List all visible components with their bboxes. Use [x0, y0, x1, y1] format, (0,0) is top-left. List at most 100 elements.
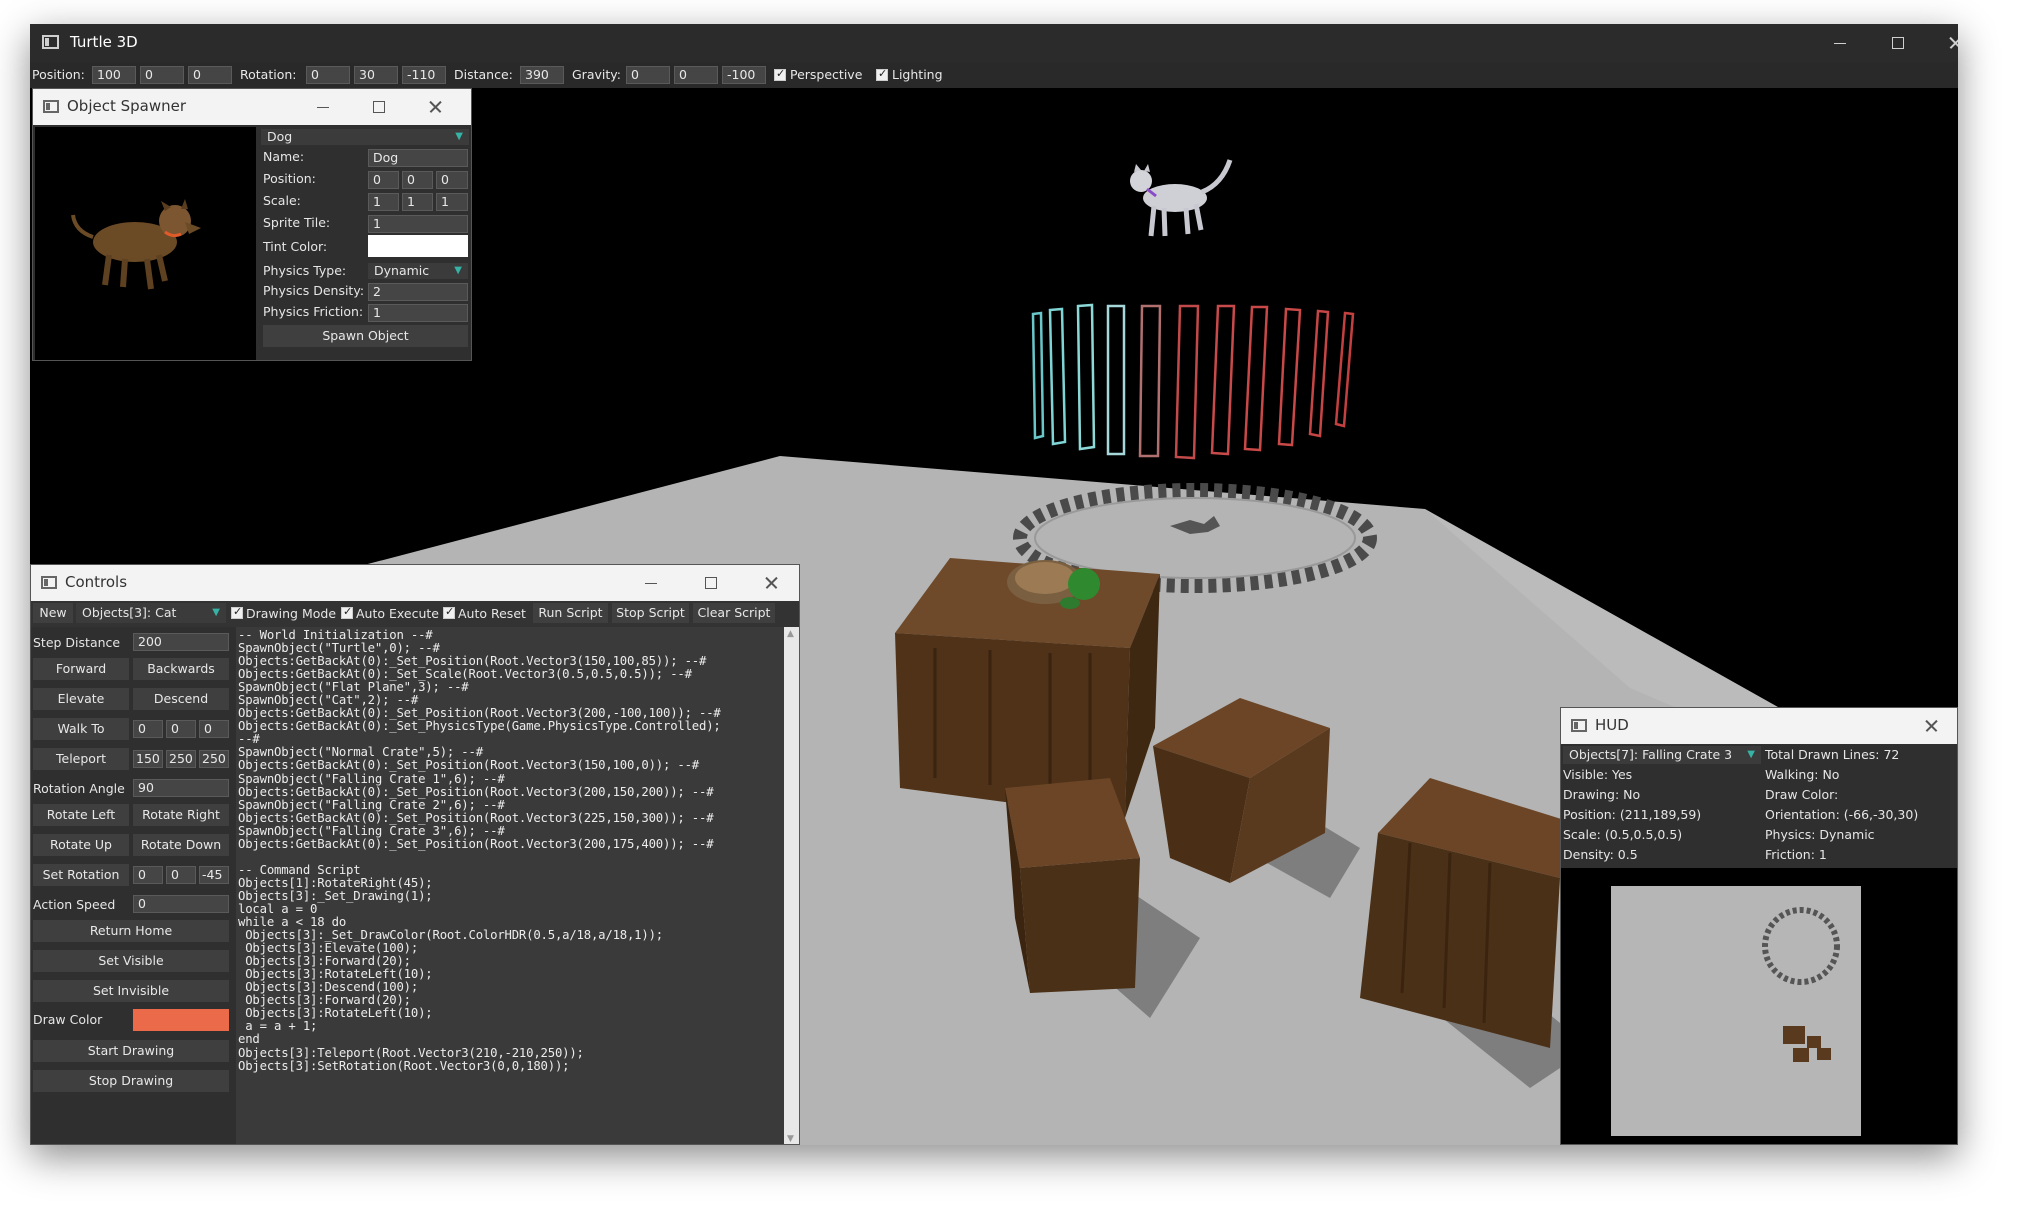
- drawing-mode-checkbox[interactable]: [231, 605, 243, 619]
- hud-object-select[interactable]: Objects[7]: Falling Crate 3 ▼: [1563, 746, 1761, 764]
- position-y-input[interactable]: 0: [140, 66, 184, 84]
- maximize-icon[interactable]: [1868, 24, 1928, 62]
- rotate-down-button[interactable]: Rotate Down: [133, 834, 229, 856]
- step-distance-input[interactable]: 200: [133, 633, 229, 651]
- stop-drawing-button[interactable]: Stop Drawing: [33, 1070, 229, 1092]
- new-button[interactable]: New: [33, 603, 73, 623]
- set-rotation-y-input[interactable]: 0: [166, 866, 196, 884]
- gravity-label: Gravity:: [572, 67, 621, 82]
- walk-to-button[interactable]: Walk To: [33, 718, 129, 740]
- descend-button[interactable]: Descend: [133, 688, 229, 710]
- spawner-minimize-icon[interactable]: [295, 89, 351, 125]
- walk-to-x-input[interactable]: 0: [133, 720, 163, 738]
- spawner-name-label: Name:: [263, 149, 305, 164]
- teleport-y-input[interactable]: 250: [166, 750, 196, 768]
- scroll-up-icon[interactable]: ▲: [787, 629, 794, 639]
- action-speed-input[interactable]: 0: [133, 895, 229, 913]
- spawner-name-input[interactable]: Dog: [368, 149, 468, 167]
- rotation-angle-label: Rotation Angle: [33, 781, 125, 796]
- gravity-x-input[interactable]: 0: [626, 66, 670, 84]
- teleport-z-input[interactable]: 250: [199, 750, 229, 768]
- walk-to-y-input[interactable]: 0: [166, 720, 196, 738]
- spawner-position-z-input[interactable]: 0: [436, 171, 468, 189]
- run-script-button[interactable]: Run Script: [533, 603, 608, 623]
- lighting-checkbox[interactable]: [876, 67, 888, 81]
- clear-script-button[interactable]: Clear Script: [693, 603, 775, 623]
- step-distance-label: Step Distance: [33, 635, 121, 650]
- auto-execute-label: Auto Execute: [356, 606, 439, 621]
- position-x-input[interactable]: 100: [92, 66, 136, 84]
- forward-button[interactable]: Forward: [33, 658, 129, 680]
- elevate-button[interactable]: Elevate: [33, 688, 129, 710]
- spawner-physics-type-label: Physics Type:: [263, 263, 347, 278]
- position-z-input[interactable]: 0: [188, 66, 232, 84]
- spawner-density-label: Physics Density:: [263, 283, 365, 298]
- drawn-line-pillars: [1031, 303, 1355, 460]
- spawner-position-y-input[interactable]: 0: [402, 171, 433, 189]
- controls-object-value: Objects[3]: Cat: [82, 605, 177, 620]
- rotate-left-button[interactable]: Rotate Left: [33, 804, 129, 826]
- stop-script-button[interactable]: Stop Script: [612, 603, 689, 623]
- rotate-up-button[interactable]: Rotate Up: [33, 834, 129, 856]
- controls-minimize-icon[interactable]: [623, 565, 679, 601]
- teleport-x-input[interactable]: 150: [133, 750, 163, 768]
- rotation-label: Rotation:: [240, 67, 297, 82]
- spawner-friction-input[interactable]: 1: [368, 304, 468, 322]
- auto-reset-checkbox[interactable]: [443, 605, 455, 619]
- hud-title-bar: HUD: [1561, 708, 1957, 744]
- window-title: Turtle 3D: [70, 33, 138, 51]
- auto-execute-checkbox[interactable]: [341, 605, 353, 619]
- distance-input[interactable]: 390: [520, 66, 564, 84]
- chevron-down-icon: ▼: [1747, 749, 1755, 760]
- scroll-down-icon[interactable]: ▼: [787, 1134, 794, 1144]
- start-drawing-button[interactable]: Start Drawing: [33, 1040, 229, 1062]
- controls-object-select[interactable]: Objects[3]: Cat ▼: [76, 603, 226, 623]
- spawner-density-input[interactable]: 2: [368, 283, 468, 301]
- rotate-right-button[interactable]: Rotate Right: [133, 804, 229, 826]
- set-rotation-button[interactable]: Set Rotation: [33, 864, 129, 886]
- minimap-crate: [1783, 1026, 1805, 1044]
- script-editor[interactable]: -- World Initialization --# SpawnObject(…: [236, 627, 784, 1144]
- lighting-label: Lighting: [892, 67, 943, 82]
- minimize-icon[interactable]: [1810, 24, 1870, 62]
- teleport-button[interactable]: Teleport: [33, 748, 129, 770]
- gravity-z-input[interactable]: -100: [722, 66, 766, 84]
- return-home-button[interactable]: Return Home: [33, 920, 229, 942]
- auto-reset-label: Auto Reset: [458, 606, 526, 621]
- controls-close-icon[interactable]: [743, 565, 799, 601]
- hud-minimap: [1561, 868, 1957, 1144]
- distance-label: Distance:: [454, 67, 513, 82]
- spawner-scale-x-input[interactable]: 1: [368, 193, 399, 211]
- gravity-y-input[interactable]: 0: [674, 66, 718, 84]
- spawner-scale-y-input[interactable]: 1: [402, 193, 433, 211]
- script-scrollbar[interactable]: ▲ ▼: [784, 627, 799, 1144]
- spawner-tint-swatch[interactable]: [368, 235, 468, 257]
- spawner-physics-type-value: Dynamic: [374, 263, 430, 278]
- perspective-checkbox[interactable]: [774, 67, 786, 81]
- spawn-object-button[interactable]: Spawn Object: [263, 325, 468, 347]
- close-icon[interactable]: [1926, 24, 1958, 62]
- spawner-position-x-input[interactable]: 0: [368, 171, 399, 189]
- spawner-scale-z-input[interactable]: 1: [436, 193, 468, 211]
- spawner-physics-type-select[interactable]: Dynamic ▼: [368, 263, 468, 279]
- set-visible-button[interactable]: Set Visible: [33, 950, 229, 972]
- controls-maximize-icon[interactable]: [683, 565, 739, 601]
- script-text[interactable]: -- World Initialization --# SpawnObject(…: [238, 628, 721, 1073]
- set-rotation-x-input[interactable]: 0: [133, 866, 163, 884]
- hud-walking: Walking: No: [1765, 767, 1840, 782]
- set-rotation-z-input[interactable]: -45: [199, 866, 229, 884]
- rotation-z-input[interactable]: -110: [402, 66, 446, 84]
- backwards-button[interactable]: Backwards: [133, 658, 229, 680]
- rotation-y-input[interactable]: 30: [354, 66, 398, 84]
- rotation-x-input[interactable]: 0: [306, 66, 350, 84]
- set-invisible-button[interactable]: Set Invisible: [33, 980, 229, 1002]
- spawner-sprite-input[interactable]: 1: [368, 215, 468, 233]
- walk-to-z-input[interactable]: 0: [199, 720, 229, 738]
- rotation-angle-input[interactable]: 90: [133, 779, 229, 797]
- spawner-close-icon[interactable]: [407, 89, 463, 125]
- draw-color-swatch[interactable]: [133, 1009, 229, 1031]
- spawner-maximize-icon[interactable]: [351, 89, 407, 125]
- hud-close-icon[interactable]: [1903, 708, 1957, 744]
- spawner-preset-select[interactable]: Dog ▼: [261, 129, 469, 145]
- hud-visible: Visible: Yes: [1563, 767, 1633, 782]
